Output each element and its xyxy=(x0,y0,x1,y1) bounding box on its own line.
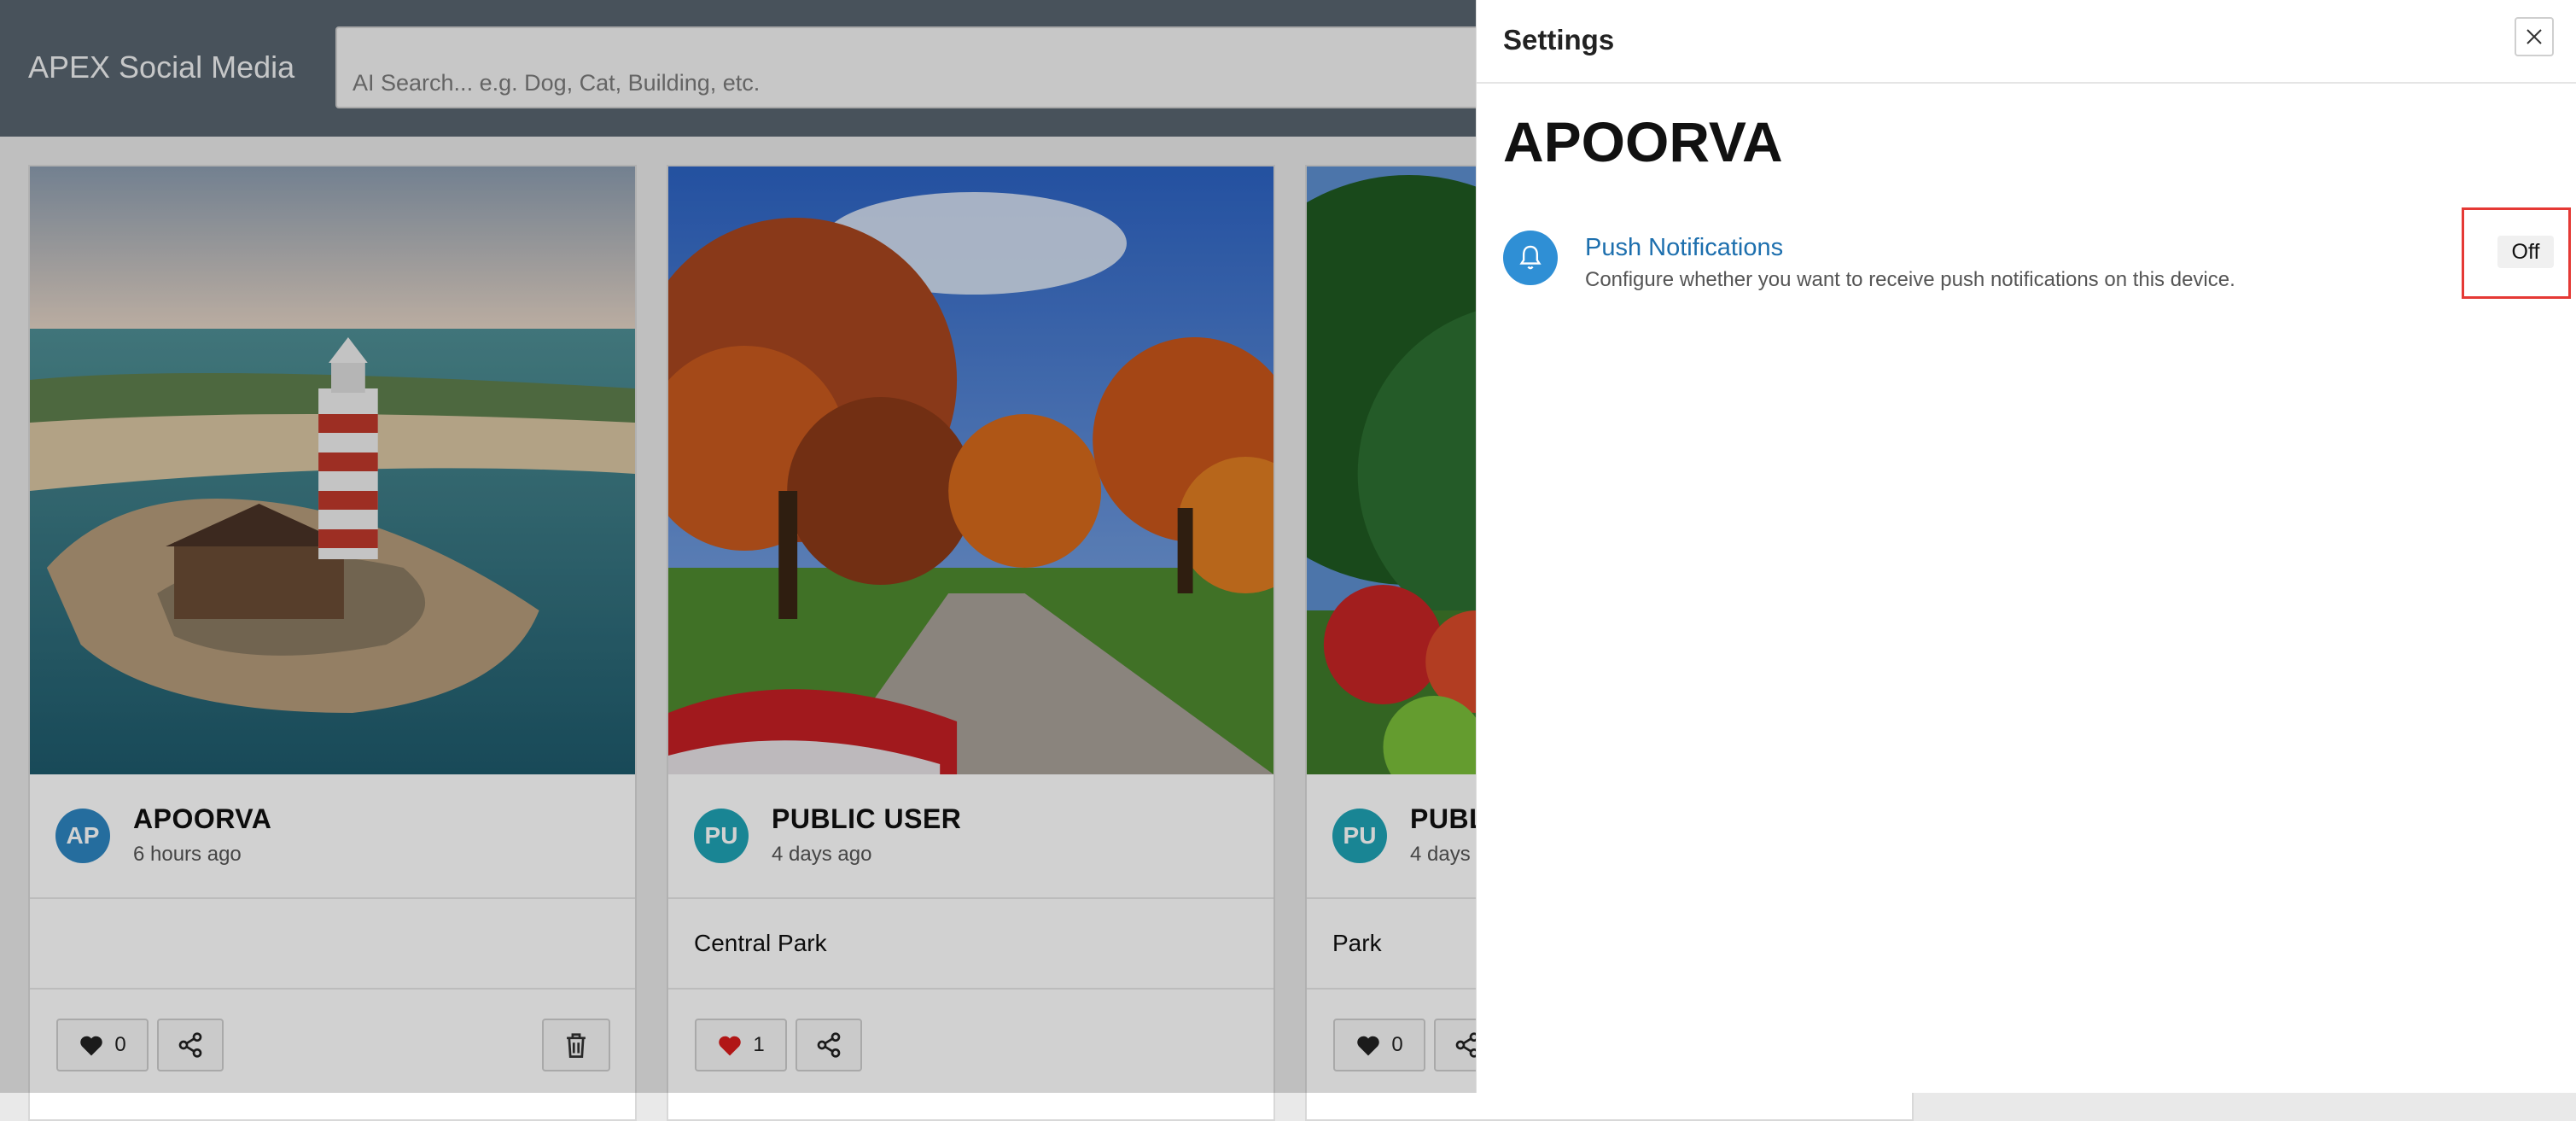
push-notifications-toggle[interactable]: Off xyxy=(2497,236,2554,268)
drawer-header: Settings xyxy=(1477,0,2576,84)
username-heading: APOORVA xyxy=(1503,110,1783,173)
close-button[interactable] xyxy=(2515,17,2554,56)
settings-drawer: Settings APOORVA Push Notifications Conf… xyxy=(1476,0,2576,1093)
close-icon xyxy=(2526,29,2542,44)
push-notifications-description: Configure whether you want to receive pu… xyxy=(1585,268,2235,291)
drawer-backdrop[interactable] xyxy=(0,0,1476,1093)
push-notifications-title[interactable]: Push Notifications xyxy=(1585,234,1783,262)
bell-icon xyxy=(1519,245,1542,270)
drawer-title: Settings xyxy=(1503,24,1615,55)
notification-icon-badge xyxy=(1503,231,1558,285)
